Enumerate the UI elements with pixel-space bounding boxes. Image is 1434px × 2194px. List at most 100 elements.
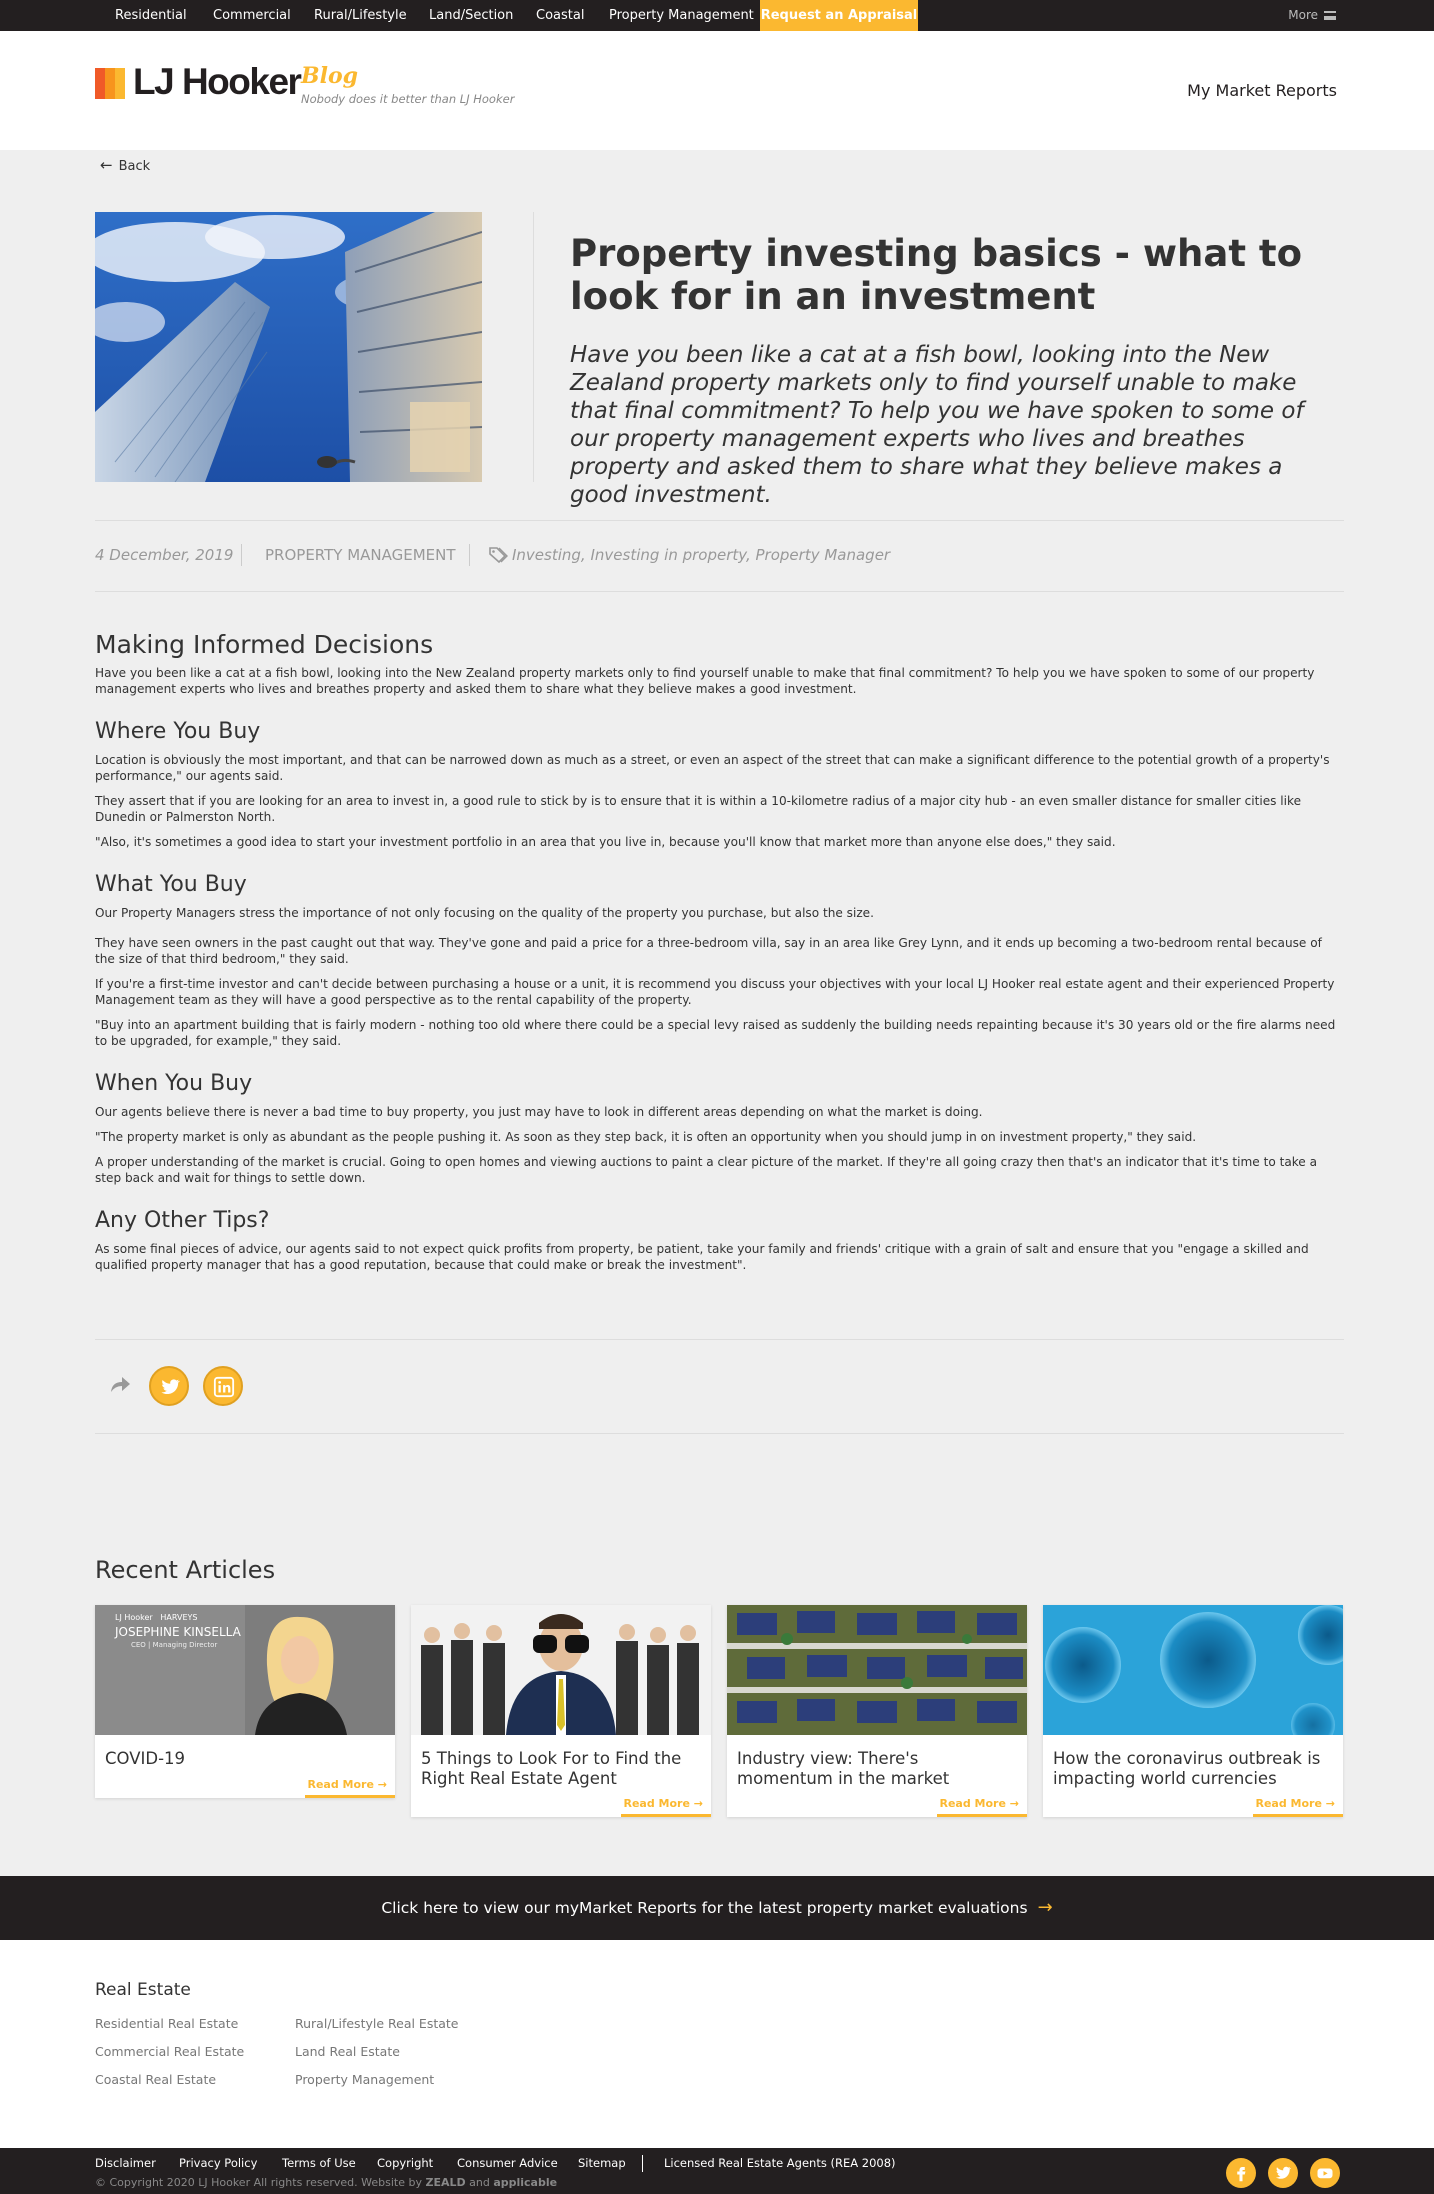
article-hero-image <box>95 212 482 482</box>
card-image <box>411 1605 711 1735</box>
arrow-right-icon: → <box>1325 1797 1335 1810</box>
bottom-bar: Disclaimer Privacy Policy Terms of Use C… <box>0 2148 1434 2194</box>
arrow-left-icon: ← <box>100 156 113 174</box>
paragraph: A proper understanding of the market is … <box>95 1155 1317 1185</box>
tag-icon <box>489 547 509 567</box>
read-more-link[interactable]: Read More → <box>305 1776 395 1798</box>
facebook-button[interactable] <box>1226 2158 1256 2188</box>
request-appraisal-button[interactable]: Request an Appraisal <box>760 0 918 31</box>
article-date: 4 December, 2019 <box>95 546 234 564</box>
card-title[interactable]: How the coronavirus outbreak is impactin… <box>1043 1735 1343 1793</box>
arrow-right-icon: → <box>693 1797 703 1810</box>
my-market-reports-link[interactable]: My Market Reports <box>1187 81 1337 100</box>
twitter-button[interactable] <box>1268 2158 1298 2188</box>
paragraph: If you're a first-time investor and can'… <box>95 977 1335 1007</box>
image-subcaption: CEO | Managing Director <box>131 1641 218 1649</box>
footer-link-commercial[interactable]: Commercial Real Estate <box>95 2044 244 2059</box>
linkedin-share-button[interactable] <box>203 1366 243 1406</box>
nav-residential[interactable]: Residential <box>115 0 187 31</box>
more-label: More <box>1288 8 1318 22</box>
twitter-icon <box>161 1379 181 1395</box>
image-caption: JOSEPHINE KINSELLA <box>115 1625 241 1639</box>
image-brand: LJ Hooker HARVEYS <box>115 1613 198 1622</box>
article-title: Property investing basics - what to look… <box>570 232 1303 318</box>
nav-land-section[interactable]: Land/Section <box>429 0 513 31</box>
facebook-icon <box>1237 2167 1246 2182</box>
paragraph: "The property market is only as abundant… <box>95 1130 1197 1144</box>
meta-divider-bottom <box>95 591 1344 592</box>
nav-rural-lifestyle[interactable]: Rural/Lifestyle <box>314 0 407 31</box>
copyright-text: © Copyright 2020 LJ Hooker All rights re… <box>95 2176 558 2189</box>
arrow-right-icon: → <box>1037 1897 1053 1918</box>
arrow-right-icon: → <box>1009 1797 1019 1810</box>
meta-separator <box>241 544 242 566</box>
terms-of-use-link[interactable]: Terms of Use <box>282 2156 356 2170</box>
paragraph: As some final pieces of advice, our agen… <box>95 1242 1309 1272</box>
hero-divider <box>533 212 534 482</box>
market-reports-cta[interactable]: Click here to view our myMarket Reports … <box>0 1876 1434 1940</box>
card-image <box>1043 1605 1343 1735</box>
meta-divider-top <box>95 520 1344 521</box>
back-label: Back <box>118 159 151 174</box>
footer-link-residential[interactable]: Residential Real Estate <box>95 2016 238 2031</box>
section-heading: Any Other Tips? <box>95 1208 270 1233</box>
nav-property-management[interactable]: Property Management <box>609 0 754 31</box>
paragraph: Have you been like a cat at a fish bowl,… <box>95 666 1315 696</box>
article-card[interactable]: Industry view: There's momentum in the m… <box>727 1605 1027 1817</box>
section-heading: When You Buy <box>95 1071 253 1096</box>
tagline: Nobody does it better than LJ Hooker <box>301 92 515 106</box>
article-category[interactable]: PROPERTY MANAGEMENT <box>265 546 456 564</box>
article-card[interactable]: LJ Hooker HARVEYS JOSEPHINE KINSELLA CEO… <box>95 1605 395 1798</box>
card-image <box>727 1605 1027 1735</box>
bottom-separator <box>642 2155 643 2172</box>
card-title[interactable]: 5 Things to Look For to Find the Right R… <box>411 1735 711 1793</box>
paragraph: They have seen owners in the past caught… <box>95 936 1322 966</box>
licensed-agents-text: Licensed Real Estate Agents (REA 2008) <box>664 2156 896 2170</box>
disclaimer-link[interactable]: Disclaimer <box>95 2156 156 2170</box>
article-card[interactable]: 5 Things to Look For to Find the Right R… <box>411 1605 711 1817</box>
article-intro: Have you been like a cat at a fish bowl,… <box>570 342 1304 508</box>
section-heading: What You Buy <box>95 872 247 897</box>
footer-heading: Real Estate <box>95 1980 191 2000</box>
top-nav: Residential Commercial Rural/Lifestyle L… <box>0 0 1434 31</box>
blog-label[interactable]: Blog <box>301 63 358 89</box>
twitter-icon <box>1275 2166 1292 2179</box>
footer-link-coastal[interactable]: Coastal Real Estate <box>95 2072 216 2087</box>
cta-text: Click here to view our myMarket Reports … <box>381 1899 1028 1917</box>
nav-commercial[interactable]: Commercial <box>213 0 291 31</box>
youtube-icon <box>1317 2168 1333 2179</box>
privacy-policy-link[interactable]: Privacy Policy <box>179 2156 257 2170</box>
consumer-advice-link[interactable]: Consumer Advice <box>457 2156 558 2170</box>
paragraph: "Also, it's sometimes a good idea to sta… <box>95 835 1116 849</box>
article-tags[interactable]: Investing, Investing in property, Proper… <box>512 546 890 564</box>
recent-articles-heading: Recent Articles <box>95 1556 276 1584</box>
read-more-link[interactable]: Read More → <box>1253 1795 1343 1817</box>
share-icon <box>108 1372 132 1396</box>
paragraph: Location is obviously the most important… <box>95 753 1330 783</box>
footer-link-property-management[interactable]: Property Management <box>295 2072 434 2087</box>
sitemap-link[interactable]: Sitemap <box>578 2156 626 2170</box>
paragraph: They assert that if you are looking for … <box>95 794 1302 824</box>
site-header: LJ Hooker Blog Nobody does it better tha… <box>0 31 1434 150</box>
footer-link-rural-lifestyle[interactable]: Rural/Lifestyle Real Estate <box>295 2016 459 2031</box>
article-card[interactable]: How the coronavirus outbreak is impactin… <box>1043 1605 1343 1817</box>
linkedin-icon <box>213 1376 235 1398</box>
back-link[interactable]: ← Back <box>100 156 150 174</box>
paragraph: "Buy into an apartment building that is … <box>95 1018 1336 1048</box>
share-divider-top <box>95 1339 1344 1340</box>
read-more-link[interactable]: Read More → <box>621 1795 711 1817</box>
meta-separator <box>469 544 470 566</box>
nav-coastal[interactable]: Coastal <box>536 0 584 31</box>
card-title[interactable]: Industry view: There's momentum in the m… <box>727 1735 1027 1793</box>
youtube-button[interactable] <box>1310 2158 1340 2188</box>
twitter-share-button[interactable] <box>149 1366 189 1406</box>
zeald-credit[interactable]: ZEALD <box>425 2176 465 2189</box>
footer: Real Estate Residential Real Estate Comm… <box>0 1940 1434 2148</box>
footer-link-land[interactable]: Land Real Estate <box>295 2044 400 2059</box>
applicable-credit[interactable]: applicable <box>493 2176 557 2189</box>
read-more-link[interactable]: Read More → <box>937 1795 1027 1817</box>
more-menu-button[interactable]: More <box>1288 0 1336 31</box>
logo-mark-icon[interactable] <box>95 68 125 99</box>
logo-text[interactable]: LJ Hooker <box>133 61 302 103</box>
copyright-link[interactable]: Copyright <box>377 2156 433 2170</box>
